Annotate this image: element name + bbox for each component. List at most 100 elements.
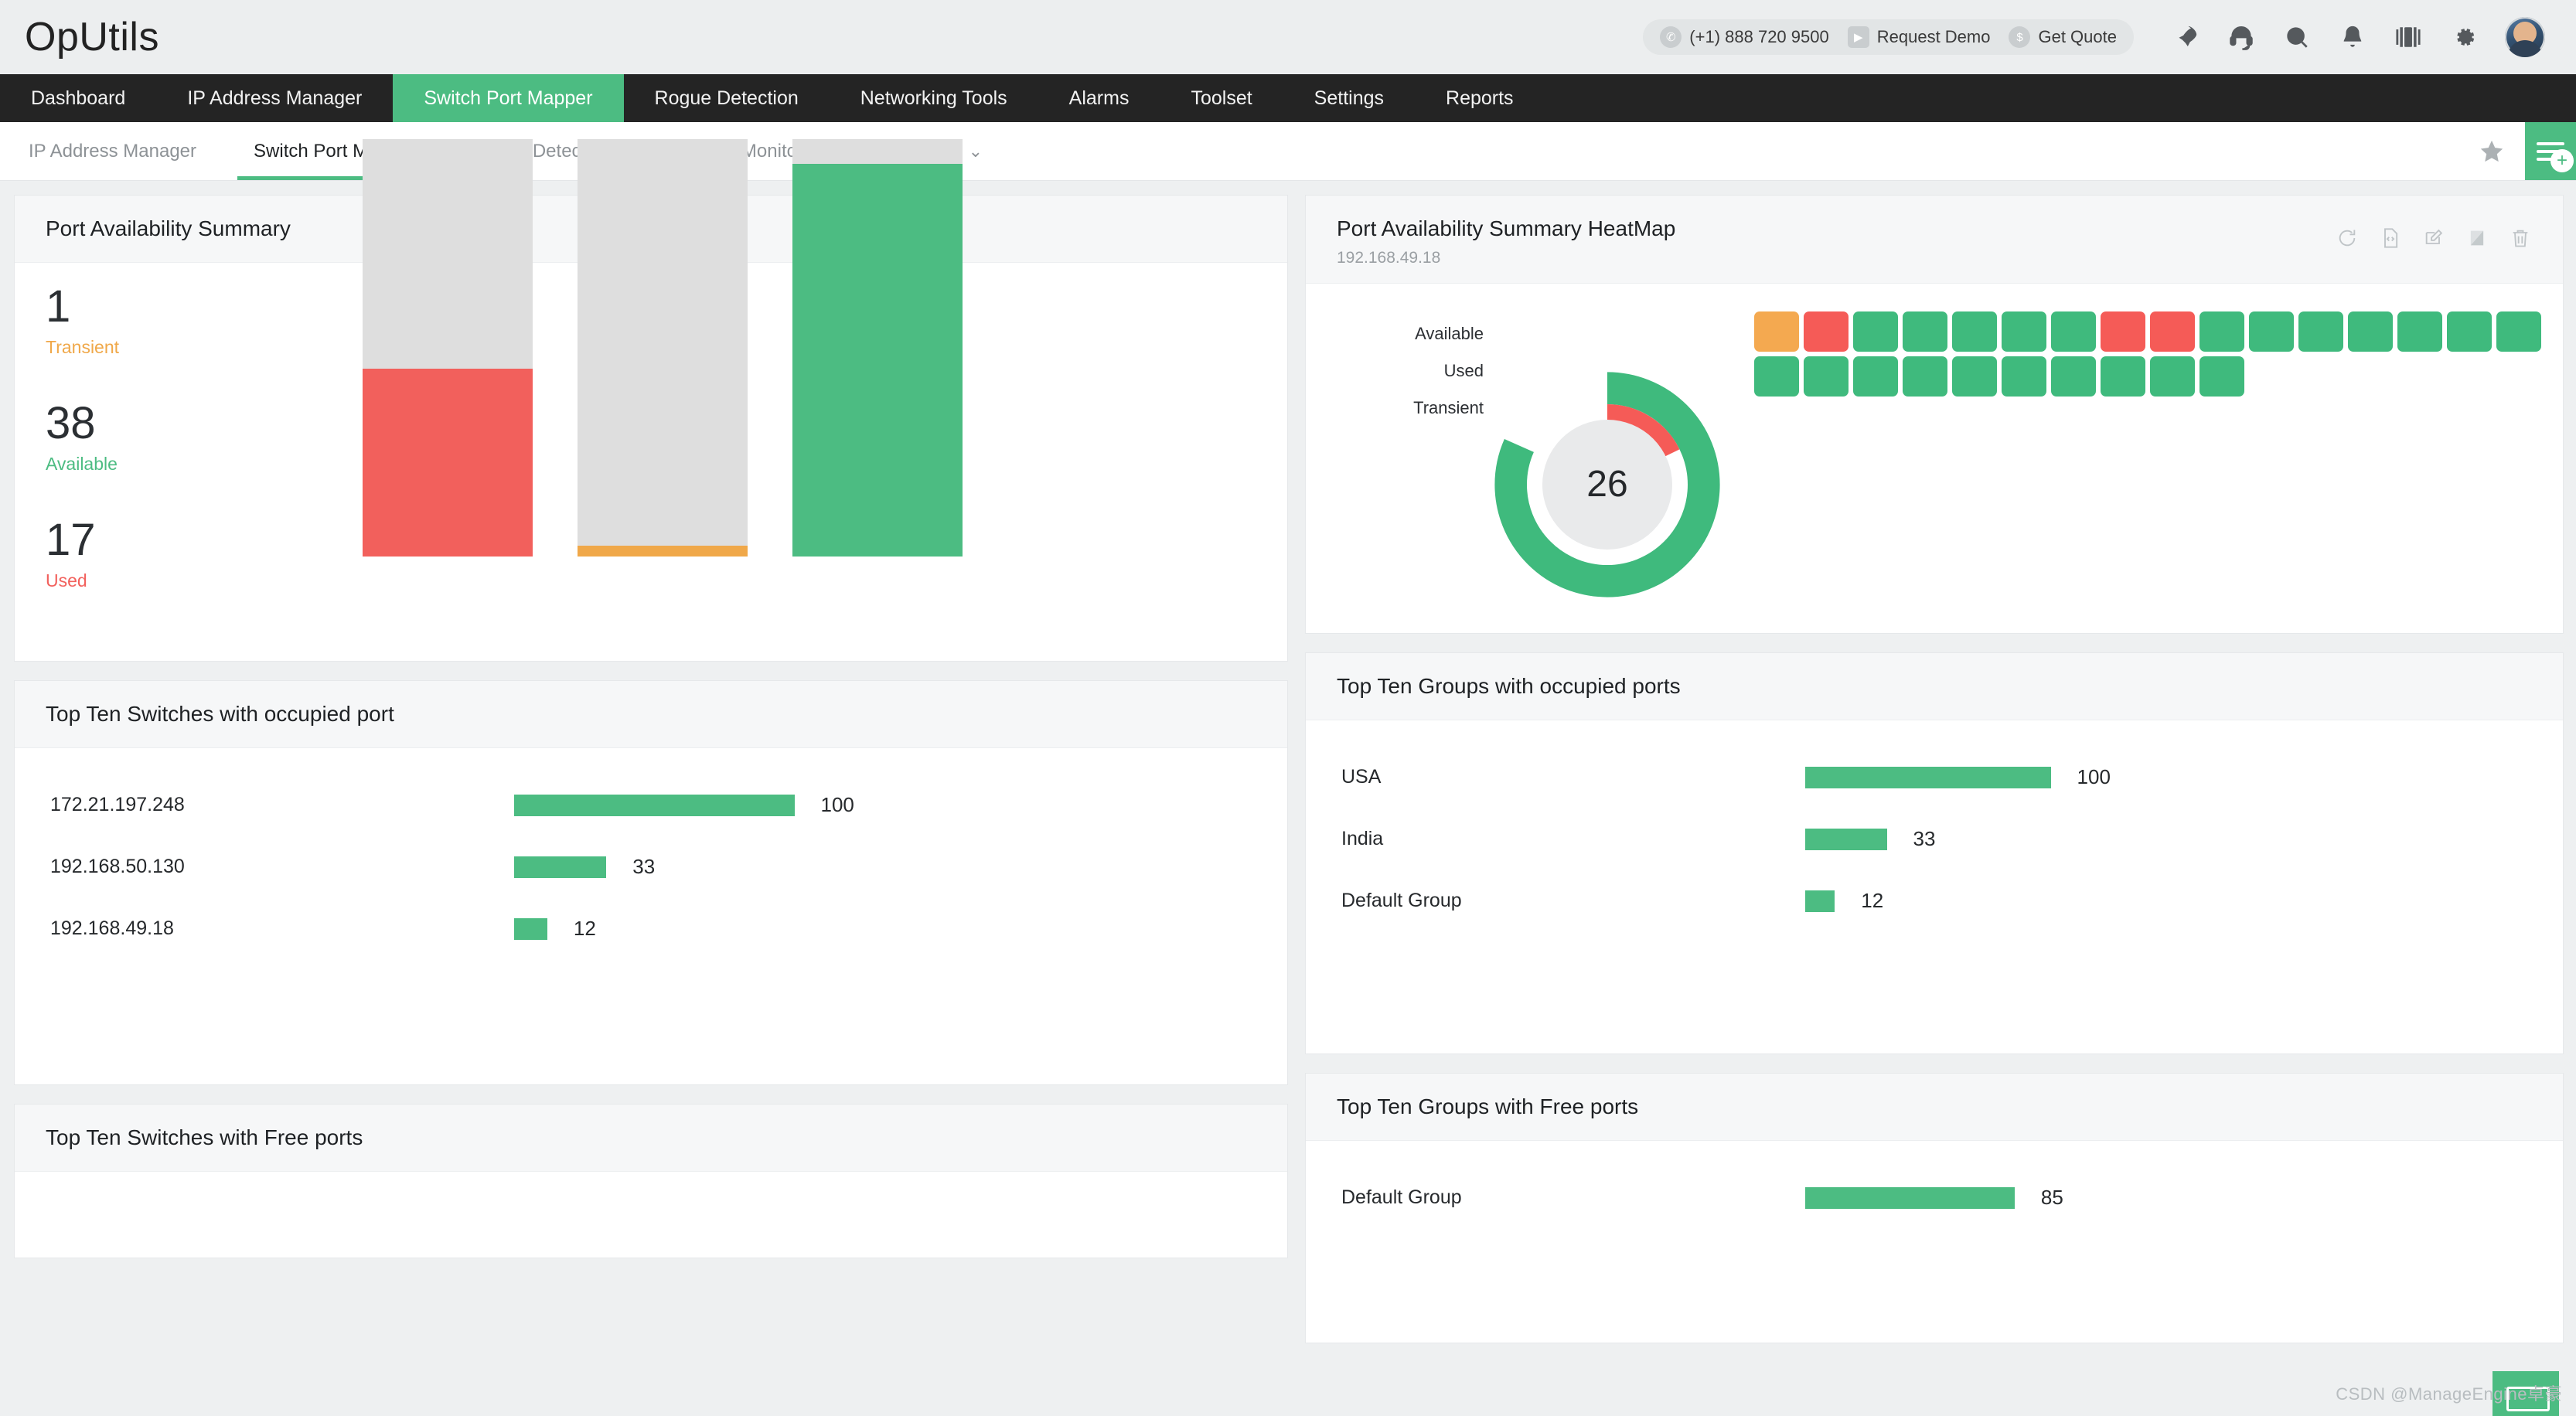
donut-chart-wrap: Available Used Transient 26 <box>1329 304 1731 662</box>
bell-icon[interactable] <box>2338 22 2367 52</box>
contact-pill: ✆ (+1) 888 720 9500 ▶ Request Demo $ Get… <box>1643 19 2134 55</box>
legend-available: Available <box>1415 323 1484 343</box>
nav-item-networking-tools[interactable]: Networking Tools <box>830 74 1038 122</box>
list-item[interactable]: Default Group 85 <box>1341 1167 2527 1229</box>
row-bar <box>1805 828 1887 850</box>
row-bar-track: 100 <box>1805 765 2527 789</box>
card-port-availability-heatmap: Port Availability Summary HeatMap 192.16… <box>1305 195 2564 634</box>
phone-contact[interactable]: ✆ (+1) 888 720 9500 <box>1660 26 1829 48</box>
top-groups-free-list: Default Group 85 <box>1306 1141 2563 1260</box>
port-cell-available[interactable] <box>1952 356 1997 397</box>
port-cell-available[interactable] <box>2101 356 2145 397</box>
card-top-switches-occupied: Top Ten Switches with occupied port 172.… <box>14 680 1288 1085</box>
port-cell-available[interactable] <box>2150 356 2195 397</box>
bar-used[interactable] <box>363 138 533 557</box>
card-title-heatmap: Port Availability Summary HeatMap <box>1337 216 1676 240</box>
port-cell-available[interactable] <box>2002 356 2046 397</box>
bar-transient-fill <box>578 546 748 557</box>
port-cell-available[interactable] <box>1853 311 1898 352</box>
nav-item-rogue-detection[interactable]: Rogue Detection <box>624 74 830 122</box>
port-cell-available[interactable] <box>2447 311 2492 352</box>
app-brand: OpUtils <box>25 15 159 60</box>
port-cell-available[interactable] <box>2397 311 2442 352</box>
request-demo-button[interactable]: ▶ Request Demo <box>1847 26 1991 48</box>
port-heatmap-grid <box>1731 304 2541 662</box>
port-cell-available[interactable] <box>2002 311 2046 352</box>
bar-available[interactable] <box>792 138 963 557</box>
nav-item-settings[interactable]: Settings <box>1283 74 1415 122</box>
nav-item-reports[interactable]: Reports <box>1415 74 1545 122</box>
star-icon[interactable] <box>2458 122 2525 180</box>
row-value: 100 <box>820 793 854 817</box>
headset-icon[interactable] <box>2227 22 2256 52</box>
gear-icon[interactable] <box>2449 22 2479 52</box>
books-icon[interactable] <box>2394 22 2423 52</box>
row-bar-track: 85 <box>1805 1186 2527 1210</box>
port-cell-available[interactable] <box>2199 356 2244 397</box>
port-cell-available[interactable] <box>2199 311 2244 352</box>
row-bar-track: 100 <box>514 793 1252 817</box>
list-item[interactable]: 192.168.49.18 12 <box>50 898 1252 960</box>
list-item[interactable]: USA 100 <box>1341 747 2527 808</box>
card-body: Available Used Transient 26 <box>1306 284 2563 701</box>
delete-icon[interactable] <box>2509 226 2532 250</box>
heatmap-row <box>1754 311 2541 352</box>
list-item[interactable]: India 33 <box>1341 808 2527 870</box>
port-cell-transient[interactable] <box>1754 311 1799 352</box>
port-cell-used[interactable] <box>2101 311 2145 352</box>
subnav-item-ip-address-manager[interactable]: IP Address Manager <box>0 122 225 180</box>
video-icon: ▶ <box>1847 26 1869 48</box>
stat-transient: 1 Transient <box>46 284 355 358</box>
row-bar <box>514 917 547 940</box>
row-value: 100 <box>2077 765 2111 789</box>
row-bar <box>514 856 607 878</box>
watermark-badge <box>2493 1371 2559 1416</box>
port-cell-available[interactable] <box>1903 356 1947 397</box>
search-icon[interactable] <box>2282 22 2312 52</box>
port-cell-available[interactable] <box>1952 311 1997 352</box>
port-cell-available[interactable] <box>1903 311 1947 352</box>
stat-available: 38 Available <box>46 400 355 475</box>
hamburger-add-icon[interactable]: + <box>2525 122 2576 180</box>
bar-used-fill <box>363 368 533 557</box>
port-cell-used[interactable] <box>1804 311 1849 352</box>
list-item[interactable]: 172.21.197.248 100 <box>50 774 1252 836</box>
row-bar-track: 33 <box>514 855 1252 879</box>
nav-item-toolset[interactable]: Toolset <box>1160 74 1283 122</box>
get-quote-button[interactable]: $ Get Quote <box>2009 26 2117 48</box>
top-groups-occupied-list: USA 100 India 33 Default Group 12 <box>1306 720 2563 963</box>
donut-center-value: 26 <box>1542 419 1672 550</box>
port-cell-available[interactable] <box>2496 311 2541 352</box>
stat-used-value: 17 <box>46 514 96 565</box>
port-cell-available[interactable] <box>2348 311 2393 352</box>
port-cell-available[interactable] <box>2051 356 2096 397</box>
row-bar-track: 12 <box>514 917 1252 941</box>
stat-transient-value: 1 <box>46 281 71 332</box>
port-cell-available[interactable] <box>2298 311 2343 352</box>
avatar[interactable] <box>2505 17 2545 57</box>
nav-item-switch-port-mapper[interactable]: Switch Port Mapper <box>393 74 624 122</box>
nav-item-ip-address-manager[interactable]: IP Address Manager <box>156 74 393 122</box>
bar-transient[interactable] <box>578 138 748 557</box>
embed-code-icon[interactable] <box>2379 226 2402 250</box>
resize-icon[interactable] <box>2465 226 2489 250</box>
request-demo-label: Request Demo <box>1876 27 1991 46</box>
port-cell-used[interactable] <box>2150 311 2195 352</box>
donut-chart[interactable]: 26 <box>1484 307 1731 662</box>
port-cell-available[interactable] <box>1804 356 1849 397</box>
nav-item-dashboard[interactable]: Dashboard <box>0 74 156 122</box>
port-cell-available[interactable] <box>2051 311 2096 352</box>
row-label: Default Group <box>1341 1186 1462 1209</box>
stat-used: 17 Used <box>46 514 355 591</box>
row-bar-track: 33 <box>1805 827 2527 851</box>
port-cell-available[interactable] <box>1853 356 1898 397</box>
nav-item-alarms[interactable]: Alarms <box>1038 74 1160 122</box>
list-item[interactable]: Default Group 12 <box>1341 870 2527 932</box>
stat-available-label: Available <box>46 453 118 474</box>
list-item[interactable]: 192.168.50.130 33 <box>50 836 1252 898</box>
top-bar: OpUtils ✆ (+1) 888 720 9500 ▶ Request De… <box>0 0 2576 74</box>
edit-icon[interactable] <box>2422 226 2445 250</box>
port-cell-available[interactable] <box>2249 311 2294 352</box>
refresh-icon[interactable] <box>2336 226 2359 250</box>
rocket-icon[interactable] <box>2171 22 2200 52</box>
